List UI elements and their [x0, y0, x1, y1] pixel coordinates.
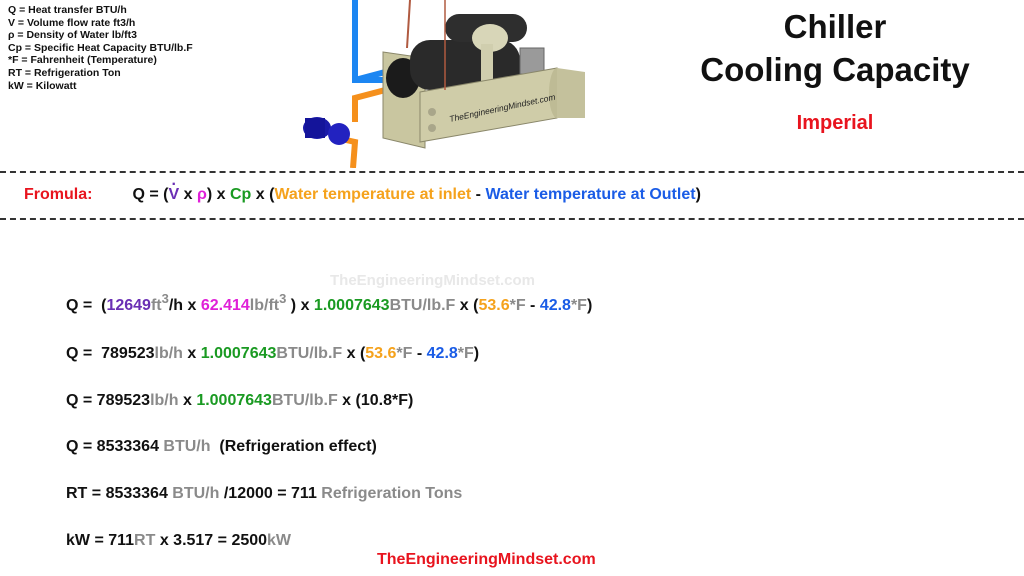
- formula-inlet: Water temperature at inlet: [274, 186, 472, 203]
- exponent: 3: [161, 291, 169, 306]
- unit: BTU/h: [163, 438, 211, 455]
- eq-text: x 3.517 = 2500: [155, 532, 268, 549]
- formula-outlet: Water temperature at Outlet: [485, 186, 696, 203]
- eq-text: x: [182, 345, 201, 362]
- unit: lb/h: [154, 345, 183, 362]
- unit: lb/h: [150, 392, 179, 409]
- step-3: Q = 789523lb/h x 1.0007643BTU/lb.F x (10…: [66, 392, 413, 410]
- inlet-temp: 53.6: [478, 297, 510, 314]
- eq-text: /h x: [168, 297, 201, 314]
- eq-text: Q = 789523: [66, 345, 155, 362]
- formula-op: x: [179, 186, 197, 203]
- eq-text: /12000 = 711: [219, 485, 322, 502]
- formula-op: ): [695, 186, 701, 203]
- eq-text: ): [586, 297, 593, 314]
- formula-label: Fromula:: [24, 186, 93, 203]
- eq-text: -: [412, 345, 427, 362]
- eq-text: x (: [342, 345, 366, 362]
- chiller-illustration: TheEngineeringMindset.com: [303, 0, 585, 168]
- unit: *F: [570, 297, 587, 314]
- step-5: RT = 8533364 BTU/h /12000 = 711 Refriger…: [66, 485, 462, 503]
- unit: ft: [150, 297, 162, 314]
- unit: BTU/lb.F: [389, 297, 456, 314]
- exponent: 3: [279, 291, 287, 306]
- legend-item: ρ = Density of Water lb/ft3: [8, 29, 137, 42]
- legend-item: Cp = Specific Heat Capacity BTU/lb.F: [8, 41, 193, 54]
- legend-item: *F = Fahrenheit (Temperature): [8, 54, 157, 67]
- cp-value: 1.0007643: [200, 345, 277, 362]
- unit: BTU/h: [172, 485, 220, 502]
- pump-icon: [303, 117, 350, 145]
- footer-site-link[interactable]: TheEngineeringMindset.com: [377, 551, 596, 569]
- unit: RT: [134, 532, 156, 549]
- formula-row: Fromula: Q = (V x ρ) x Cp x (Water tempe…: [24, 176, 701, 204]
- unit: Refrigeration Tons: [321, 485, 463, 502]
- unit: *F: [457, 345, 474, 362]
- cp-value: 1.0007643: [196, 392, 272, 409]
- flow-value: 12649: [106, 297, 151, 314]
- cp-value: 1.0007643: [313, 297, 390, 314]
- inlet-temp: 53.6: [365, 345, 397, 362]
- formula-op: -: [471, 186, 486, 203]
- step-4: Q = 8533364 BTU/h (Refrigeration effect): [66, 438, 377, 456]
- eq-text: Q = 789523: [66, 392, 151, 409]
- title-line-2: Cooling Capacity: [700, 51, 970, 88]
- step-2: Q = 789523lb/h x 1.0007643BTU/lb.F x (53…: [66, 345, 479, 363]
- formula-q: Q = (: [132, 186, 169, 203]
- eq-text: ) x: [286, 297, 314, 314]
- legend-item: V = Volume flow rate ft3/h: [8, 16, 136, 29]
- formula-volume: V: [168, 176, 179, 204]
- divider-bottom: [0, 218, 1024, 220]
- legend-item: Q = Heat transfer BTU/h: [8, 4, 127, 16]
- watermark: TheEngineeringMindset.com: [330, 272, 536, 289]
- eq-text: Q = 8533364: [66, 438, 164, 455]
- formula-op: ) x: [206, 186, 230, 203]
- title-line-1: Chiller: [783, 8, 887, 45]
- eq-text: x (: [455, 297, 479, 314]
- step-1: Q = (12649ft3/h x 62.414lb/ft3 ) x 1.000…: [66, 291, 593, 315]
- unit: lb/ft: [249, 297, 280, 314]
- formula-cp: Cp: [229, 186, 252, 203]
- formula-density: ρ: [196, 186, 207, 203]
- formula-op: x (: [251, 186, 275, 203]
- eq-text: x: [178, 392, 197, 409]
- step-6: kW = 711RT x 3.517 = 2500kW: [66, 532, 291, 550]
- page-title: Chiller Cooling Capacity Imperial: [680, 6, 990, 135]
- unit: BTU/lb.F: [271, 392, 338, 409]
- eq-text: -: [525, 297, 540, 314]
- unit: BTU/lb.F: [276, 345, 343, 362]
- eq-text: (Refrigeration effect): [210, 438, 377, 455]
- eq-text: ): [473, 345, 480, 362]
- unit: kW: [267, 532, 292, 549]
- outlet-temp: 42.8: [426, 345, 458, 362]
- eq-text: x (10.8*F): [337, 392, 414, 409]
- legend-item: kW = Kilowatt: [8, 79, 77, 92]
- legend-item: RT = Refrigeration Ton: [8, 66, 121, 79]
- eq-text: kW = 711: [66, 532, 135, 549]
- unit: *F: [396, 345, 413, 362]
- title-subtitle: Imperial: [796, 112, 874, 134]
- variable-legend: Q = Heat transfer BTU/h V = Volume flow …: [8, 4, 193, 92]
- eq-text: RT = 8533364: [66, 485, 173, 502]
- outlet-temp: 42.8: [539, 297, 571, 314]
- unit: *F: [509, 297, 526, 314]
- eq-text: Q = (: [66, 297, 107, 314]
- divider-top: [0, 171, 1024, 173]
- density-value: 62.414: [200, 297, 250, 314]
